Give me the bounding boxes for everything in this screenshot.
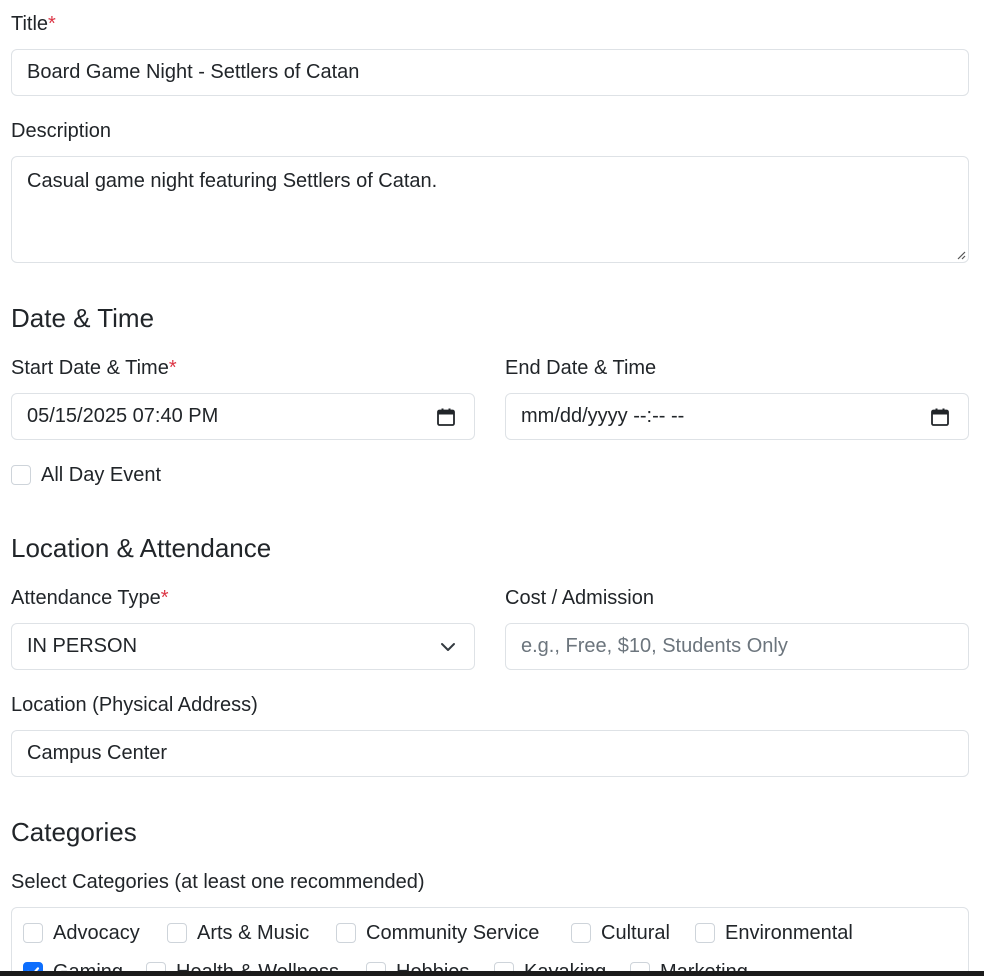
- category-checkbox[interactable]: [695, 923, 715, 943]
- description-label: Description: [11, 120, 112, 142]
- category-label: Arts & Music: [197, 922, 310, 944]
- category-checkbox[interactable]: [167, 923, 187, 943]
- date-time-heading: Date & Time: [11, 303, 155, 333]
- calendar-icon[interactable]: [930, 407, 950, 427]
- chevron-down-icon: [441, 643, 455, 651]
- categories-box: Advocacy Arts & Music Community Service …: [11, 907, 969, 976]
- cost-input[interactable]: e.g., Free, $10, Students Only: [505, 623, 969, 670]
- category-label: Advocacy: [53, 922, 140, 944]
- description-textarea[interactable]: Casual game night featuring Settlers of …: [11, 156, 969, 263]
- start-datetime-input[interactable]: 05/15/2025 07:40 PM: [11, 393, 475, 440]
- attendance-type-label: Attendance Type*: [11, 587, 169, 609]
- title-label: Title*: [11, 13, 56, 35]
- cost-label: Cost / Admission: [505, 587, 654, 609]
- required-mark: *: [160, 587, 169, 609]
- all-day-label: All Day Event: [41, 464, 162, 486]
- description-text: Casual game night featuring Settlers of …: [27, 170, 438, 192]
- select-categories-label: Select Categories (at least one recommen…: [11, 871, 425, 893]
- location-input[interactable]: Campus Center: [11, 730, 969, 777]
- category-label: Cultural: [601, 922, 670, 944]
- required-mark: *: [168, 357, 177, 379]
- category-label: Community Service: [366, 922, 540, 944]
- start-datetime-label: Start Date & Time*: [11, 357, 177, 379]
- start-datetime-value: 05/15/2025 07:40 PM: [27, 405, 219, 427]
- required-mark: *: [48, 13, 56, 35]
- category-checkbox[interactable]: [23, 923, 43, 943]
- calendar-icon[interactable]: [436, 407, 456, 427]
- end-datetime-input[interactable]: mm/dd/yyyy --:-- --: [505, 393, 969, 440]
- all-day-checkbox[interactable]: [11, 465, 31, 485]
- cost-placeholder: e.g., Free, $10, Students Only: [521, 635, 788, 657]
- resize-grip-icon[interactable]: [956, 250, 966, 260]
- location-attendance-heading: Location & Attendance: [11, 533, 272, 563]
- category-checkbox[interactable]: [336, 923, 356, 943]
- window-bottom-edge: [0, 971, 984, 976]
- attendance-type-value: IN PERSON: [27, 635, 138, 657]
- title-input[interactable]: Board Game Night - Settlers of Catan: [11, 49, 969, 96]
- end-datetime-label: End Date & Time: [505, 357, 657, 379]
- category-checkbox[interactable]: [571, 923, 591, 943]
- end-datetime-value: mm/dd/yyyy --:-- --: [521, 405, 685, 427]
- attendance-type-select[interactable]: IN PERSON: [11, 623, 475, 670]
- categories-heading: Categories: [11, 817, 137, 847]
- category-label: Environmental: [725, 922, 853, 944]
- location-label: Location (Physical Address): [11, 694, 258, 716]
